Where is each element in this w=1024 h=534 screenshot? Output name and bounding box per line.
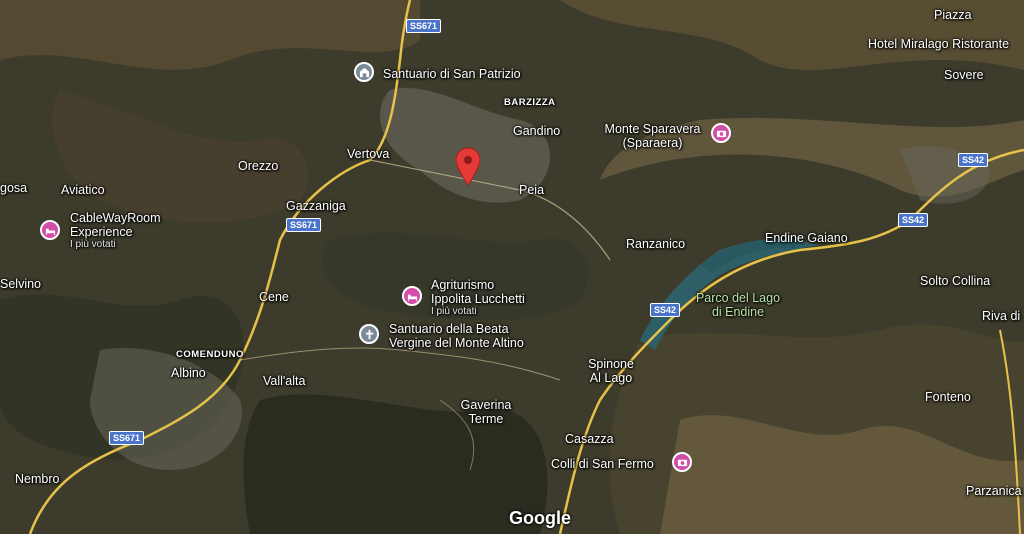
gaverina-line2: Terme [468, 412, 504, 426]
place-label-nembro[interactable]: Nembro [15, 472, 59, 486]
place-label-aviatico[interactable]: Aviatico [61, 183, 105, 197]
road-shield-ss42: SS42 [898, 213, 929, 227]
place-label-piazza[interactable]: Piazza [934, 8, 972, 22]
place-label-solto-collina[interactable]: Solto Collina [920, 274, 990, 288]
place-label-comenduno[interactable]: COMENDUNO [176, 348, 244, 362]
santuario-patrizio-poi[interactable] [354, 62, 374, 82]
santuario-beata-line1: Santuario della Beata [389, 322, 509, 336]
cableway-poi[interactable] [40, 220, 60, 240]
place-label-riva[interactable]: Riva di [982, 309, 1020, 323]
road-shield-ss42: SS42 [958, 153, 989, 167]
cross-icon [365, 329, 373, 339]
road-shield-ss671: SS671 [286, 218, 322, 232]
place-label-selvino[interactable]: Selvino [0, 277, 41, 291]
location-pin-icon[interactable] [453, 146, 483, 186]
place-label-santuario-patrizio[interactable]: Santuario di San Patrizio [383, 67, 521, 81]
road-shield-ss42: SS42 [650, 303, 681, 317]
place-label-agriturismo[interactable]: Agriturismo Ippolita Lucchetti I più vot… [431, 278, 525, 317]
place-label-barzizza[interactable]: BARZIZZA [504, 96, 556, 110]
place-label-orezzo[interactable]: Orezzo [238, 159, 278, 173]
place-label-vertova[interactable]: Vertova [347, 147, 389, 161]
place-label-sovere[interactable]: Sovere [944, 68, 984, 82]
place-label-gaverina[interactable]: Gaverina Terme [454, 398, 518, 426]
road-shield-ss671: SS671 [109, 431, 145, 445]
place-label-cableway[interactable]: CableWayRoom Experience I più votati [70, 211, 161, 250]
parco-line1: Parco del Lago [695, 291, 781, 305]
cableway-line2: Experience [70, 225, 133, 239]
cableway-line1: CableWayRoom [70, 211, 161, 225]
agriturismo-line1: Agriturismo [431, 278, 495, 292]
camera-icon [677, 459, 687, 466]
place-label-spinone[interactable]: Spinone Al Lago [580, 357, 642, 385]
place-label-albino[interactable]: Albino [171, 366, 206, 380]
place-label-endine-gaiano[interactable]: Endine Gaiano [765, 231, 848, 245]
place-label-hotel-miralago[interactable]: Hotel Miralago Ristorante [868, 37, 1009, 51]
agriturismo-line2: Ippolita Lucchetti [431, 292, 525, 306]
bed-icon [45, 228, 55, 235]
place-label-ranzanico[interactable]: Ranzanico [626, 237, 685, 251]
place-label-casazza[interactable]: Casazza [565, 432, 614, 446]
agriturismo-poi[interactable] [402, 286, 422, 306]
place-label-gosa[interactable]: gosa [0, 181, 27, 195]
bed-icon [407, 294, 417, 301]
place-label-vallalta[interactable]: Vall'alta [263, 374, 305, 388]
place-label-parco-lago-endine[interactable]: Parco del Lago di Endine [688, 291, 788, 319]
place-label-parzanica[interactable]: Parzanica [966, 484, 1022, 498]
place-label-gazzaniga[interactable]: Gazzaniga [286, 199, 346, 213]
colli-san-fermo-poi[interactable] [672, 452, 692, 472]
place-label-colli-san-fermo[interactable]: Colli di San Fermo [551, 457, 654, 471]
google-logo: Google [509, 508, 571, 528]
place-label-fonteno[interactable]: Fonteno [925, 390, 971, 404]
gaverina-line1: Gaverina [460, 398, 512, 412]
spinone-line2: Al Lago [589, 371, 633, 385]
place-label-gandino[interactable]: Gandino [513, 124, 560, 138]
place-label-santuario-beata[interactable]: Santuario della Beata Vergine del Monte … [389, 322, 524, 350]
monte-sparavera-line2: (Sparaera) [622, 136, 683, 150]
spinone-line1: Spinone [588, 357, 634, 371]
agriturismo-subtitle: I più votati [431, 306, 477, 317]
church-icon [359, 67, 369, 77]
santuario-beata-poi[interactable] [359, 324, 379, 344]
camera-icon [716, 130, 726, 137]
place-label-cene[interactable]: Cene [259, 290, 289, 304]
santuario-beata-line2: Vergine del Monte Altino [389, 336, 524, 350]
place-label-monte-sparavera[interactable]: Monte Sparavera (Sparaera) [600, 122, 705, 150]
road-shield-ss671: SS671 [406, 19, 442, 33]
parco-line2: di Endine [711, 305, 765, 319]
cableway-subtitle: I più votati [70, 239, 116, 250]
monte-sparavera-line1: Monte Sparavera [604, 122, 701, 136]
map-canvas[interactable]: SS671 SS671 SS671 SS42 SS42 SS42 Santuar… [0, 0, 1024, 534]
place-label-peia[interactable]: Peia [519, 183, 544, 197]
monte-sparavera-poi[interactable] [711, 123, 731, 143]
